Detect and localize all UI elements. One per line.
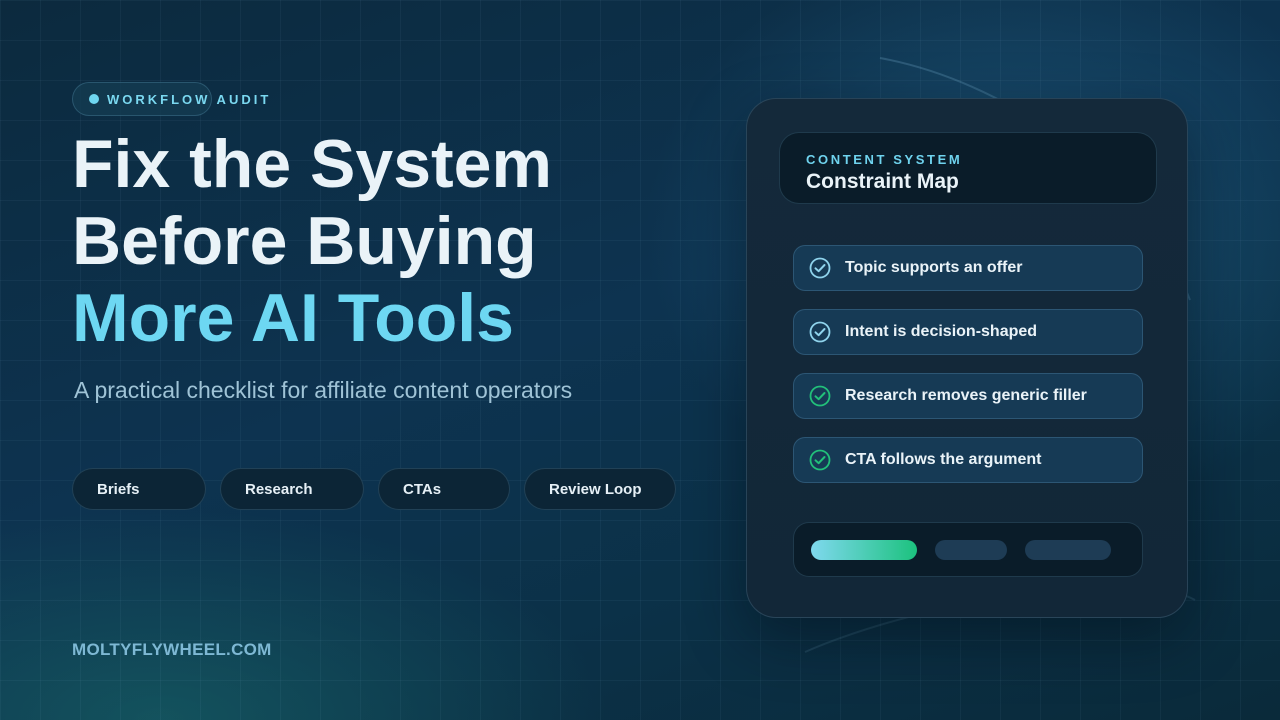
subtitle: A practical checklist for affiliate cont… [74, 377, 573, 403]
check-circle-icon [809, 321, 831, 343]
headline-line-3: More AI Tools [72, 280, 514, 356]
checklist-item-label: Topic supports an offer [845, 259, 1023, 276]
headline-line-1: Fix the System [72, 126, 552, 202]
check-circle-icon [809, 449, 831, 471]
constraint-map-card: CONTENT SYSTEM Constraint Map Topic supp… [746, 98, 1188, 618]
tag-research: Research [220, 468, 364, 510]
workflow-audit-badge: WORKFLOW AUDIT [72, 82, 268, 116]
check-circle-icon [809, 385, 831, 407]
tag-briefs: Briefs [72, 468, 206, 510]
card-eyebrow: CONTENT SYSTEM [806, 152, 963, 167]
progress-segment-complete [811, 540, 917, 560]
tag-ctas: CTAs [378, 468, 510, 510]
progress-segment-pending [935, 540, 1007, 560]
checklist-item: Research removes generic filler [793, 373, 1143, 419]
headline-line-2: Before Buying [72, 203, 537, 279]
checklist-item: Topic supports an offer [793, 245, 1143, 291]
checklist-item-label: Intent is decision-shaped [845, 323, 1038, 340]
check-circle-icon [809, 257, 831, 279]
progress-indicator [793, 522, 1143, 577]
checklist-item: CTA follows the argument [793, 437, 1143, 483]
site-url: MOLTYFLYWHEEL.COM [72, 640, 272, 659]
tag-review-loop: Review Loop [524, 468, 676, 510]
checklist-item-label: Research removes generic filler [845, 387, 1087, 404]
badge-dot-icon [89, 94, 99, 104]
headline: Fix the System Before Buying More AI Too… [72, 126, 552, 357]
card-header: CONTENT SYSTEM Constraint Map [779, 132, 1157, 204]
checklist-item: Intent is decision-shaped [793, 309, 1143, 355]
badge-label: WORKFLOW AUDIT [107, 91, 272, 107]
card-title: Constraint Map [806, 170, 959, 193]
progress-segment-pending [1025, 540, 1111, 560]
checklist-item-label: CTA follows the argument [845, 451, 1042, 468]
